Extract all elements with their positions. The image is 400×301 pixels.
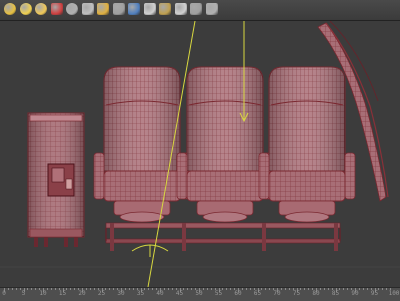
timeline-tick-label: 45	[175, 290, 184, 297]
perspective-viewport[interactable]	[0, 21, 400, 287]
color-swatch-icon[interactable]	[128, 3, 140, 15]
viewport-scene	[0, 21, 400, 287]
omni-light-icon[interactable]	[35, 3, 47, 15]
render-frame-icon[interactable]	[159, 3, 171, 15]
timeline-tick-label: 100	[388, 290, 400, 297]
timeline-tick-label: 30	[117, 290, 125, 297]
timeline-tick-label: 95	[370, 290, 379, 297]
sphere-icon[interactable]	[66, 3, 78, 15]
timeline-tick-label: 90	[351, 290, 359, 297]
timeline-tick-label: 55	[214, 290, 223, 297]
passenger-seat	[258, 66, 356, 223]
timeline-tick-label: 15	[58, 290, 67, 297]
galley-cart	[27, 112, 85, 247]
passenger-seat	[176, 66, 274, 223]
timeline-tick-label: 35	[136, 290, 145, 297]
camera-icon[interactable]	[112, 3, 125, 15]
timeline-tick-label: 40	[156, 290, 164, 297]
passenger-seat	[93, 66, 191, 223]
teapot-icon[interactable]	[81, 3, 94, 15]
sun-light-icon[interactable]	[19, 3, 32, 15]
grid-icon[interactable]	[190, 3, 202, 15]
timeline-tick-label: 75	[292, 290, 301, 297]
lights-icon[interactable]	[97, 3, 109, 15]
timeline-tick-label: 70	[273, 290, 281, 297]
timeline-tick-label: 20	[78, 290, 86, 297]
timeline-tick-label: 80	[312, 290, 320, 297]
timeline-tick-label: 10	[39, 290, 47, 297]
timeline-tick-label: 50	[195, 290, 203, 297]
timeline-tick-label: 60	[234, 290, 242, 297]
timeline-tick-label: 5	[21, 290, 26, 297]
timeline-tick-label: 0	[2, 290, 6, 297]
sun-light-icon[interactable]	[4, 3, 16, 15]
timeline-tick-label: 85	[331, 290, 340, 297]
window-icon[interactable]	[205, 3, 218, 15]
flag-icon[interactable]	[50, 3, 63, 15]
timeline-ruler[interactable]: 0 5 10 15 20 25 30 35 40 45 50 55 60 65 70 75 80 85 90 95 10…	[0, 287, 400, 301]
timeline-tick-label: 65	[253, 290, 262, 297]
main-toolbar	[0, 0, 400, 21]
render-icon[interactable]	[143, 3, 156, 15]
teapot-render-icon[interactable]	[174, 3, 187, 15]
timeline-tick-label: 25	[97, 290, 106, 297]
